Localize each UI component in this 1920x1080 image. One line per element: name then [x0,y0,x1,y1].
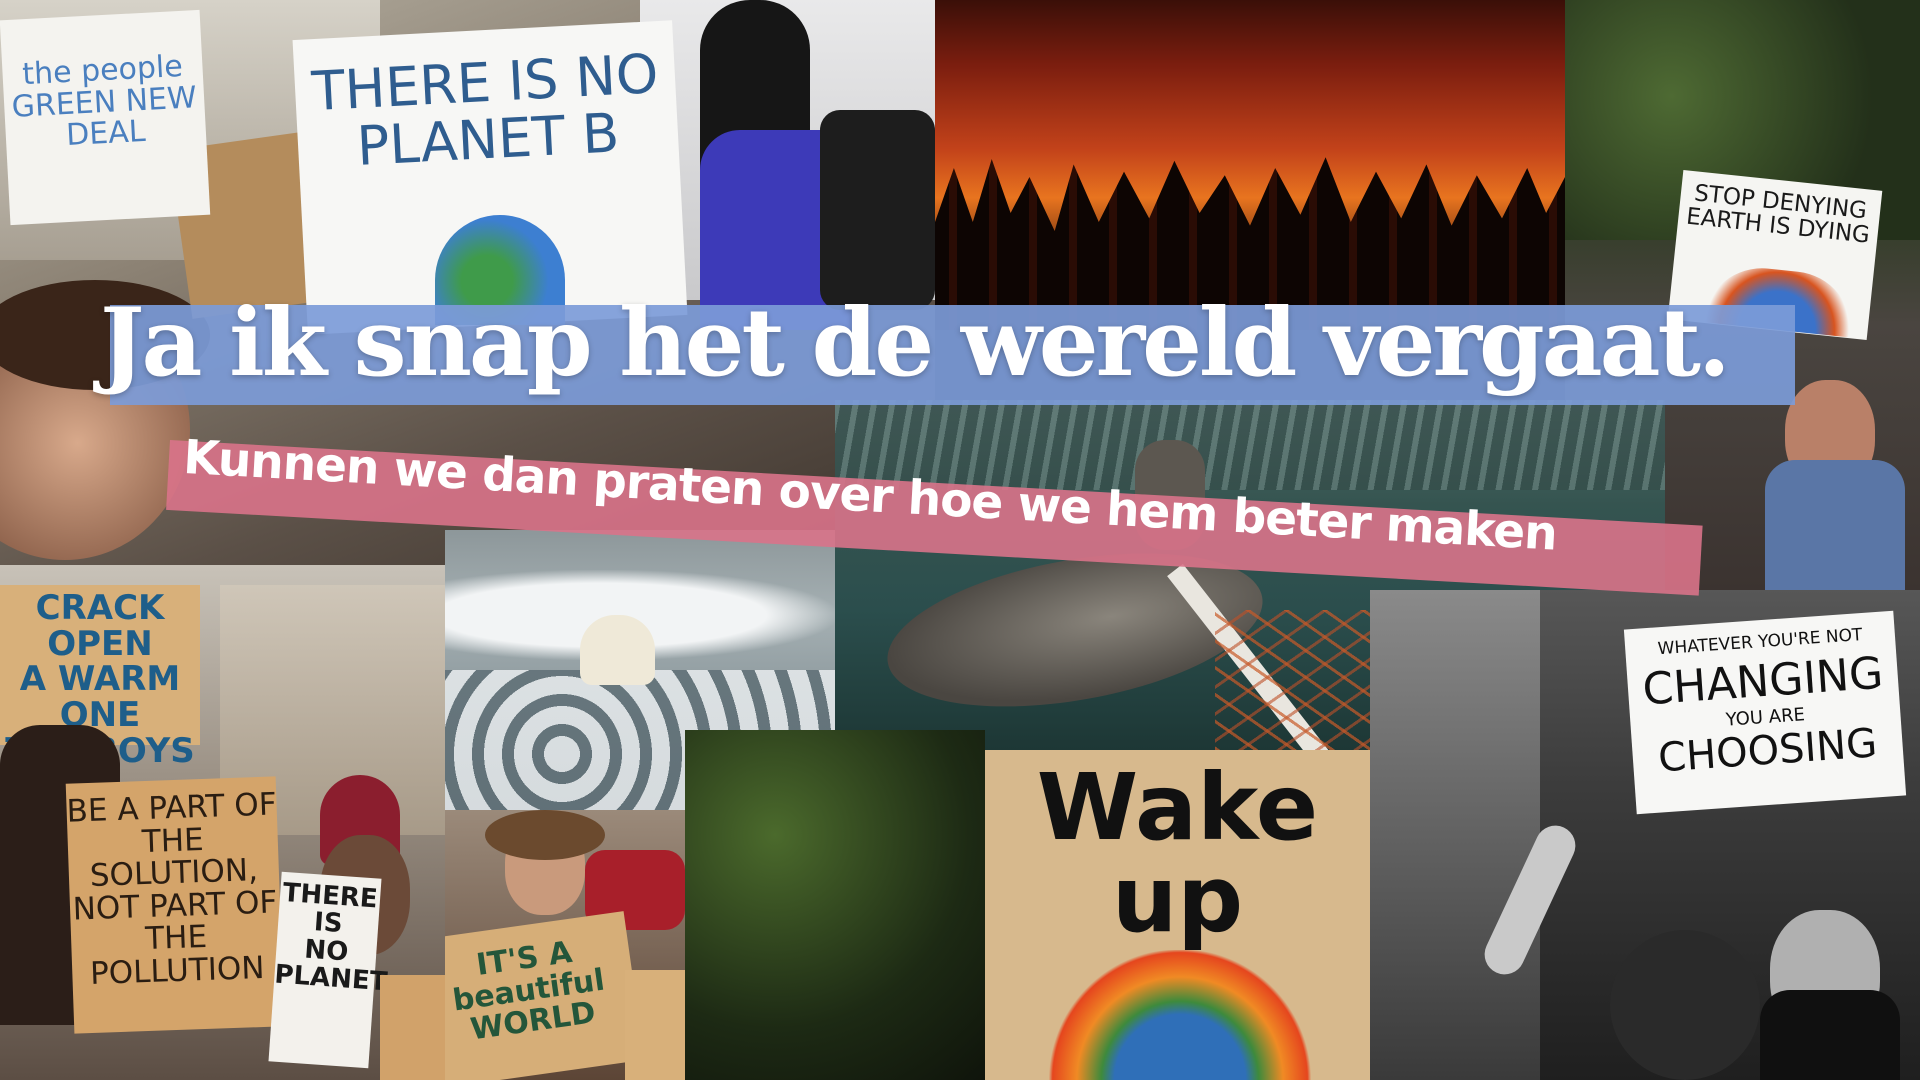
photo-wake-up-sign: Wake up [985,750,1370,1080]
photo-blurred-greenery [685,730,985,1080]
photo-protest-beautiful-world: IT'S A beautiful WORLD [445,810,685,1080]
sign-crack-open: CRACK OPEN A WARM ONE THE BOYS [0,585,200,769]
sign-beautiful-world: IT'S A beautiful WORLD [445,911,645,1080]
headline: Ja ik snap het de wereld vergaat. [100,288,1731,398]
photo-protest-bw-changing: WHATEVER YOU'RE NOT CHANGING YOU ARE CHO… [1370,590,1920,1080]
photo-protest-be-a-part: CRACK OPEN A WARM ONE THE BOYS BE A PART… [0,565,445,1080]
sign-be-a-part: BE A PART OF THE SOLUTION, NOT PART OF T… [65,776,285,1034]
polar-bear-icon [580,615,655,685]
sign-green-new-deal: the people GREEN NEW DEAL [0,9,211,226]
sign-there-is-no: THERE IS NO PLANET [268,871,388,1069]
photo-forest-fire [935,0,1565,330]
sign-whatever-changing-choosing: WHATEVER YOU'RE NOT CHANGING YOU ARE CHO… [1623,610,1907,815]
